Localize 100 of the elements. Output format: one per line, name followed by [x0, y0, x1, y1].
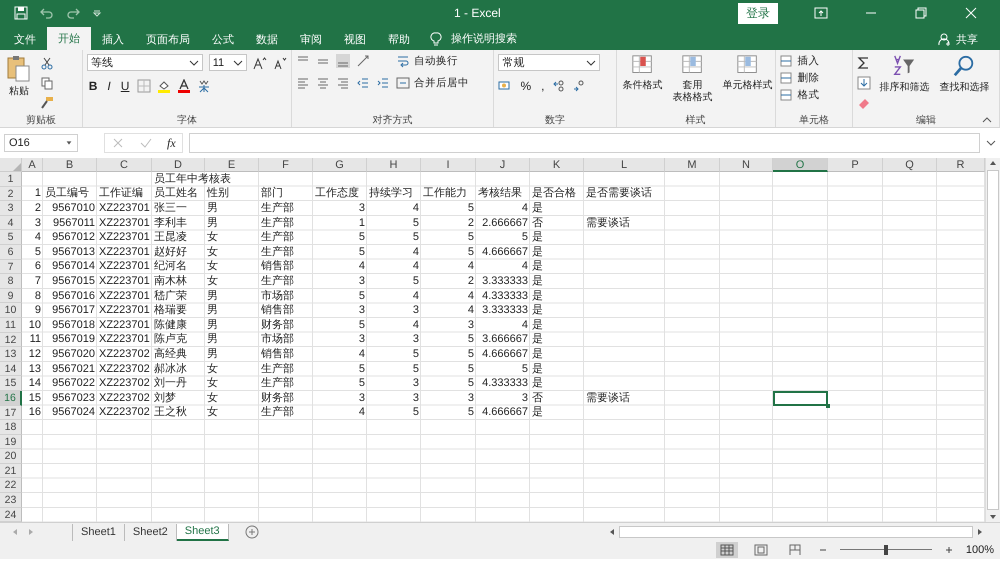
- add-sheet-icon[interactable]: [244, 525, 259, 539]
- row-header[interactable]: 10: [0, 303, 22, 318]
- row-header[interactable]: 6: [0, 244, 22, 260]
- row-header[interactable]: 1: [0, 172, 22, 187]
- style-button[interactable]: 套用 表格格式: [670, 54, 715, 104]
- sheet-tab[interactable]: Sheet3: [176, 524, 229, 540]
- row-header[interactable]: 15: [0, 376, 22, 391]
- row-header[interactable]: 21: [0, 464, 22, 478]
- column-header[interactable]: J: [476, 158, 530, 172]
- fill-down-icon[interactable]: [857, 76, 872, 90]
- row-header[interactable]: 20: [0, 449, 22, 464]
- column-header[interactable]: A: [22, 158, 43, 172]
- selected-cell[interactable]: [773, 390, 828, 406]
- row-header[interactable]: 23: [0, 493, 22, 508]
- number-format-dropdown[interactable]: 常规: [498, 54, 600, 71]
- zoom-slider[interactable]: [840, 545, 932, 555]
- fill-color-icon[interactable]: [157, 79, 172, 93]
- zoom-in-icon[interactable]: [944, 545, 954, 555]
- column-header[interactable]: L: [584, 158, 665, 172]
- column-header[interactable]: N: [720, 158, 773, 172]
- vertical-scrollbar[interactable]: [985, 158, 1000, 522]
- ribbon-tab[interactable]: 视图: [333, 28, 377, 50]
- ribbon-tab[interactable]: 文件: [3, 28, 47, 50]
- row-header[interactable]: 13: [0, 347, 22, 362]
- tell-me-field[interactable]: 操作说明搜索: [449, 32, 543, 46]
- grow-font-icon[interactable]: [252, 56, 267, 70]
- row-header[interactable]: 24: [0, 508, 22, 522]
- column-header[interactable]: E: [205, 158, 259, 172]
- align-center-icon[interactable]: [316, 76, 330, 90]
- cells-button[interactable]: 格式: [780, 88, 820, 102]
- scroll-thumb[interactable]: [619, 526, 973, 538]
- wrap-text-button[interactable]: 自动换行: [396, 54, 469, 68]
- row-header[interactable]: 2: [0, 186, 22, 202]
- undo-icon[interactable]: [40, 6, 54, 20]
- row-header[interactable]: 22: [0, 478, 22, 494]
- font-size-dropdown[interactable]: 11: [208, 54, 247, 71]
- merge-center-button[interactable]: 合并后居中: [396, 76, 469, 90]
- column-header[interactable]: D: [152, 158, 205, 172]
- column-header[interactable]: C: [97, 158, 152, 172]
- row-header[interactable]: 3: [0, 201, 22, 216]
- column-header[interactable]: G: [313, 158, 367, 172]
- ribbon-tab[interactable]: 页面布局: [135, 28, 201, 50]
- column-header[interactable]: P: [828, 158, 883, 172]
- column-header[interactable]: R: [937, 158, 985, 172]
- align-right-icon[interactable]: [336, 76, 350, 90]
- row-header[interactable]: 14: [0, 362, 22, 376]
- row-header[interactable]: 17: [0, 406, 22, 420]
- formula-input[interactable]: [188, 133, 980, 153]
- decrease-indent-icon[interactable]: [356, 76, 370, 90]
- name-box[interactable]: O16: [4, 134, 78, 152]
- cells-button[interactable]: 插入: [780, 54, 820, 68]
- row-header[interactable]: 18: [0, 420, 22, 435]
- shrink-font-icon[interactable]: [272, 56, 287, 70]
- style-button[interactable]: 条件格式: [620, 54, 665, 92]
- row-header[interactable]: 7: [0, 260, 22, 274]
- expand-icon[interactable]: [986, 140, 996, 146]
- column-header[interactable]: I: [421, 158, 476, 172]
- row-header[interactable]: 8: [0, 274, 22, 289]
- column-header[interactable]: B: [43, 158, 97, 172]
- row-header[interactable]: 16: [0, 390, 22, 406]
- ribbon-display-icon[interactable]: [814, 6, 828, 20]
- cells-button[interactable]: 删除: [780, 71, 820, 85]
- row-header[interactable]: 4: [0, 216, 22, 230]
- insert-function-button[interactable]: fx: [167, 136, 176, 150]
- save-icon[interactable]: [14, 6, 28, 20]
- zoom-thumb[interactable]: [884, 545, 888, 555]
- phonetic-icon[interactable]: [197, 79, 212, 93]
- column-header[interactable]: O: [773, 158, 828, 172]
- borders-icon[interactable]: [137, 79, 152, 93]
- row-header[interactable]: 12: [0, 332, 22, 348]
- scroll-thumb[interactable]: [987, 170, 999, 510]
- normal-view-icon[interactable]: [716, 542, 738, 558]
- column-header[interactable]: H: [367, 158, 421, 172]
- align-left-icon[interactable]: [296, 76, 310, 90]
- editing-button[interactable]: 排序和筛选: [877, 54, 932, 94]
- column-header[interactable]: Q: [883, 158, 937, 172]
- collapse-ribbon-icon[interactable]: [982, 117, 992, 123]
- restore-icon[interactable]: [914, 6, 928, 20]
- column-header[interactable]: F: [259, 158, 313, 172]
- align-bottom-icon[interactable]: [336, 54, 350, 68]
- style-button[interactable]: 单元格样式: [720, 54, 775, 92]
- orientation-icon[interactable]: [356, 54, 370, 68]
- font-color-icon[interactable]: [177, 79, 192, 93]
- login-button[interactable]: 登录: [738, 2, 778, 24]
- font-name-dropdown[interactable]: 等线: [86, 54, 203, 71]
- ribbon-tab[interactable]: 公式: [201, 28, 245, 50]
- number-style-button[interactable]: %: [518, 79, 534, 93]
- editing-button[interactable]: 查找和选择: [937, 54, 992, 94]
- paste-button[interactable]: 粘贴: [4, 54, 34, 98]
- zoom-level[interactable]: 100%: [966, 544, 994, 556]
- column-header[interactable]: K: [530, 158, 584, 172]
- increase-indent-icon[interactable]: [376, 76, 390, 90]
- customize-icon[interactable]: [92, 8, 102, 18]
- row-header[interactable]: 9: [0, 288, 22, 304]
- share-button[interactable]: 共享: [932, 28, 984, 50]
- ribbon-tab[interactable]: 开始: [47, 27, 91, 50]
- increase-decimal-icon[interactable]: [552, 79, 566, 93]
- lightbulb-icon[interactable]: [429, 32, 443, 46]
- ribbon-tab[interactable]: 帮助: [377, 28, 421, 50]
- font-style-button[interactable]: B: [86, 79, 100, 93]
